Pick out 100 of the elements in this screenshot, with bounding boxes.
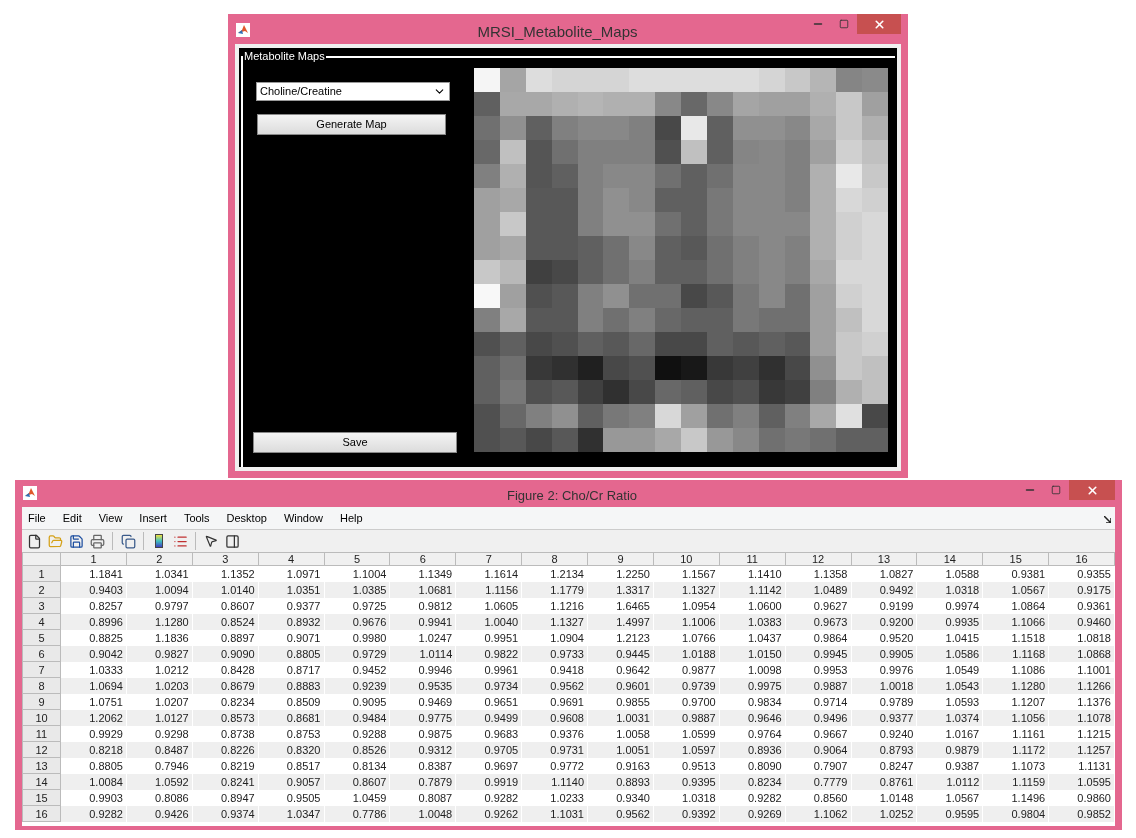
table-cell: 0.9887 <box>785 677 851 694</box>
save-button[interactable]: Save <box>253 432 457 453</box>
table-cell: 0.9935 <box>916 613 983 630</box>
table-cell: 0.9903 <box>60 789 127 806</box>
table-cell: 0.8825 <box>60 629 127 646</box>
table-cell: 0.9395 <box>653 773 720 790</box>
table-cell: 1.0048 <box>389 805 456 822</box>
table-cell: 0.9879 <box>916 741 983 758</box>
column-header[interactable]: 9 <box>587 552 654 566</box>
table-cell: 0.9827 <box>126 645 193 662</box>
table-cell: 0.9505 <box>258 789 324 806</box>
table-cell: 1.1156 <box>455 581 522 598</box>
table-cell: 0.9492 <box>851 581 917 598</box>
table-cell: 0.8257 <box>60 597 127 614</box>
column-header[interactable]: 16 <box>1048 552 1115 566</box>
generate-map-button[interactable]: Generate Map <box>257 114 446 135</box>
menu-item[interactable]: Desktop <box>226 509 267 527</box>
column-header[interactable]: 15 <box>982 552 1049 566</box>
table-cell: 0.9282 <box>455 789 522 806</box>
table-cell: 1.0333 <box>60 661 127 678</box>
table-cell: 0.9676 <box>324 613 390 630</box>
table-cell: 0.9812 <box>389 597 456 614</box>
menu-item[interactable]: Edit <box>62 509 82 527</box>
menu-item[interactable]: Window <box>283 509 324 527</box>
table-cell: 1.0040 <box>455 613 522 630</box>
menu-item[interactable]: Help <box>340 509 363 527</box>
table-cell: 1.1614 <box>455 565 522 582</box>
table-cell: 1.2250 <box>587 565 654 582</box>
table-cell: 0.9852 <box>1048 805 1115 822</box>
table-cell: 0.9673 <box>785 613 851 630</box>
table-cell: 1.1172 <box>982 741 1049 758</box>
menu-item[interactable]: Tools <box>183 509 210 527</box>
save-icon[interactable] <box>67 532 85 550</box>
table-cell: 0.9775 <box>389 709 456 726</box>
table-cell: 0.9667 <box>785 725 851 742</box>
column-header[interactable]: 1 <box>60 552 127 566</box>
table-cell: 1.1836 <box>126 629 193 646</box>
close-icon <box>872 17 886 31</box>
table-cell: 0.9535 <box>389 677 456 694</box>
table-cell: 0.9562 <box>587 805 654 822</box>
table-cell: 0.8428 <box>192 661 259 678</box>
table-cell: 0.9042 <box>60 645 127 662</box>
table-cell: 0.9452 <box>324 661 390 678</box>
table-cell: 0.9961 <box>455 661 522 678</box>
table-cell: 0.7946 <box>126 757 193 774</box>
column-header[interactable]: 13 <box>851 552 917 566</box>
table-cell: 0.9460 <box>1048 613 1115 630</box>
table-cell: 0.8517 <box>258 757 324 774</box>
table-cell: 1.0094 <box>126 581 193 598</box>
window-title: MRSI_Metabolite_Maps <box>476 22 639 42</box>
table-cell: 0.9376 <box>521 725 588 742</box>
table-cell: 1.0318 <box>916 581 983 598</box>
table-cell: 1.1216 <box>521 597 588 614</box>
table-cell: 0.8247 <box>851 757 917 774</box>
menu-item[interactable]: Insert <box>139 509 167 527</box>
table-cell: 1.0597 <box>653 741 720 758</box>
table-cell: 0.9951 <box>455 629 522 646</box>
table-cell: 1.0385 <box>324 581 390 598</box>
table-cell: 0.9282 <box>60 805 127 822</box>
table-cell: 0.7779 <box>785 773 851 790</box>
table-cell: 1.0247 <box>389 629 456 646</box>
column-header[interactable]: 14 <box>916 552 983 566</box>
table-cell: 0.8681 <box>258 709 324 726</box>
property-panel-icon[interactable] <box>223 532 241 550</box>
metabolite-dropdown[interactable]: Choline/Creatine <box>256 82 450 101</box>
table-cell: 0.7907 <box>785 757 851 774</box>
table-cell: 1.0351 <box>258 581 324 598</box>
menu-item[interactable]: View <box>98 509 123 527</box>
table-cell: 0.9697 <box>455 757 522 774</box>
table-cell: 0.8241 <box>192 773 259 790</box>
table-cell: 0.9855 <box>587 693 654 710</box>
column-header[interactable]: 10 <box>653 552 720 566</box>
table-cell: 0.8936 <box>719 741 786 758</box>
column-header[interactable]: 2 <box>126 552 193 566</box>
close-button[interactable] <box>1069 480 1115 500</box>
table-cell: 1.0567 <box>982 581 1049 598</box>
table-cell: 0.9877 <box>653 661 720 678</box>
column-header[interactable]: 5 <box>324 552 390 566</box>
table-cell: 0.8560 <box>785 789 851 806</box>
table-cell: 1.0595 <box>1048 773 1115 790</box>
column-header[interactable]: 7 <box>455 552 522 566</box>
table-cell: 1.4997 <box>587 613 654 630</box>
table-cell: 0.9057 <box>258 773 324 790</box>
menu-item[interactable]: File <box>28 509 46 527</box>
column-header[interactable]: 4 <box>258 552 324 566</box>
table-cell: 1.0167 <box>916 725 983 742</box>
column-header[interactable]: 12 <box>785 552 851 566</box>
table-cell: 1.0058 <box>587 725 654 742</box>
printer-icon[interactable] <box>88 532 106 550</box>
close-button[interactable] <box>857 14 901 34</box>
table-cell: 0.9361 <box>1048 597 1115 614</box>
table-cell: 1.1086 <box>982 661 1049 678</box>
column-header[interactable]: 8 <box>521 552 588 566</box>
table-cell: 0.8134 <box>324 757 390 774</box>
column-header[interactable]: 11 <box>719 552 786 566</box>
table-cell: 1.1168 <box>982 645 1049 662</box>
column-header[interactable]: 6 <box>389 552 456 566</box>
table-cell: 1.0031 <box>587 709 654 726</box>
column-header[interactable]: 3 <box>192 552 259 566</box>
table-cell: 1.0586 <box>916 645 983 662</box>
